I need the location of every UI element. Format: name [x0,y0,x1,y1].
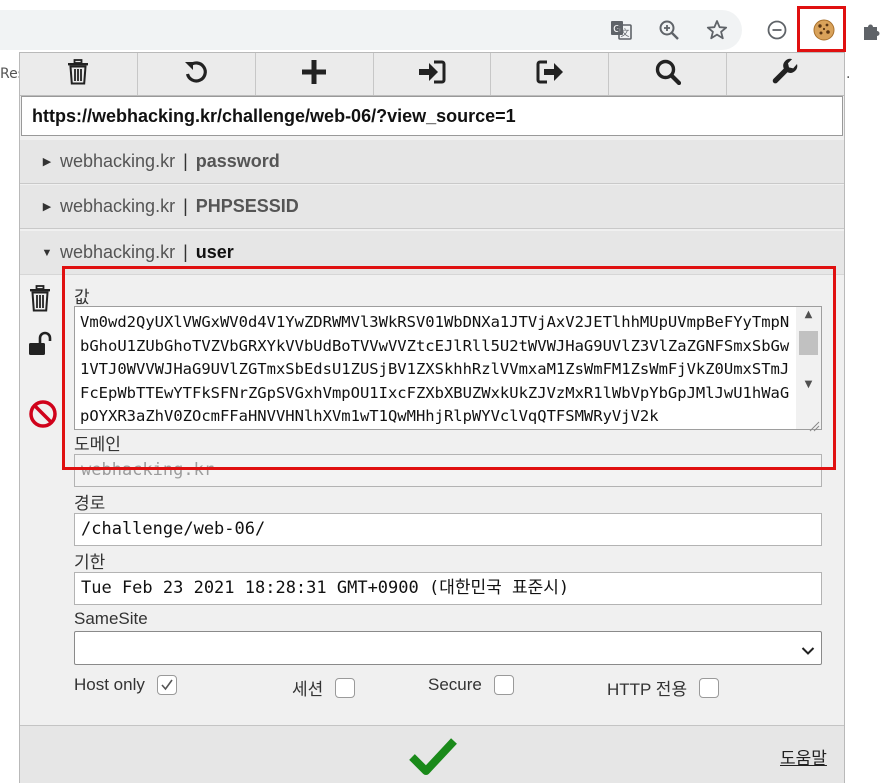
cookie-domain: webhacking.kr [60,196,176,216]
cookie-extension-highlight [797,6,846,52]
cookie-row-phpsessid[interactable]: ▶ webhacking.kr | PHPSESSID [20,185,844,229]
browser-toolbar: G文 [0,0,881,58]
checkmark-icon [408,738,458,780]
search-icon [655,59,681,89]
cookie-domain: webhacking.kr [60,151,176,171]
secure-option: Secure [428,675,514,695]
cookie-toolbar [20,53,844,96]
session-checkbox[interactable] [335,677,356,698]
block-icon [28,399,58,433]
puzzle-extensions-icon[interactable] [858,16,881,44]
hostonly-option: Host only [74,675,177,695]
collapsed-arrow-icon: ▶ [42,201,52,213]
samesite-select[interactable] [74,631,822,665]
path-label: 경로 [74,494,106,513]
export-icon [536,60,564,88]
hostonly-label: Host only [74,675,145,694]
plus-icon [301,59,327,89]
trash-icon [66,59,90,89]
page-behind-text-right: . [846,66,851,82]
cookie-separator: | [183,196,188,216]
bookmark-star-icon[interactable] [704,17,730,43]
expanded-arrow-icon: ▼ [41,246,53,259]
httponly-checkbox[interactable] [699,677,720,698]
hostonly-checkbox[interactable] [156,675,177,695]
cookie-separator: | [183,242,188,262]
export-button[interactable] [491,53,610,95]
delete-cookie-button[interactable] [28,285,52,317]
import-button[interactable] [374,53,492,95]
path-field[interactable]: /challenge/web-06/ [74,513,822,546]
url-filter-input[interactable]: https://webhacking.kr/challenge/web-06/?… [21,96,843,136]
httponly-option: HTTP 전용 [607,675,720,700]
cookie-name: PHPSESSID [195,196,299,216]
trash-icon [28,285,52,317]
help-link[interactable]: 도움말 [780,744,827,769]
wrench-icon [772,58,800,90]
search-button[interactable] [609,53,728,95]
zoom-icon[interactable] [656,17,682,43]
secure-label: Secure [428,675,482,694]
delete-all-button[interactable] [20,53,138,95]
unlock-icon [28,331,56,361]
svg-text:文: 文 [620,27,629,39]
httponly-label: HTTP 전용 [607,680,688,699]
chevron-down-icon [801,641,815,660]
session-option: 세션 [292,675,356,700]
import-icon [418,60,446,88]
add-cookie-button[interactable] [256,53,374,95]
popup-footer: 도움말 [20,725,844,783]
protect-cookie-button[interactable] [28,331,56,361]
session-label: 세션 [292,680,324,699]
secure-checkbox[interactable] [493,675,514,695]
expires-label: 기한 [74,553,106,572]
save-button[interactable] [408,736,458,776]
refresh-icon [183,59,209,89]
expires-field[interactable]: Tue Feb 23 2021 18:28:31 GMT+0900 (대한민국 … [74,572,822,605]
cookie-domain: webhacking.kr [60,242,176,262]
cookie-name: user [195,242,234,262]
translate-icon[interactable]: G文 [608,17,634,43]
cookie-row-password[interactable]: ▶ webhacking.kr | password [20,140,844,184]
refresh-button[interactable] [138,53,256,95]
cookie-separator: | [183,151,188,171]
cookie-name: password [195,151,280,171]
collapsed-arrow-icon: ▶ [42,156,52,168]
checkmark-small-icon [161,679,173,691]
options-button[interactable] [727,53,844,95]
minus-circle-icon[interactable] [763,16,791,44]
block-cookie-button[interactable] [28,399,58,433]
samesite-label: SameSite [74,609,148,628]
value-field-highlight [62,266,836,470]
